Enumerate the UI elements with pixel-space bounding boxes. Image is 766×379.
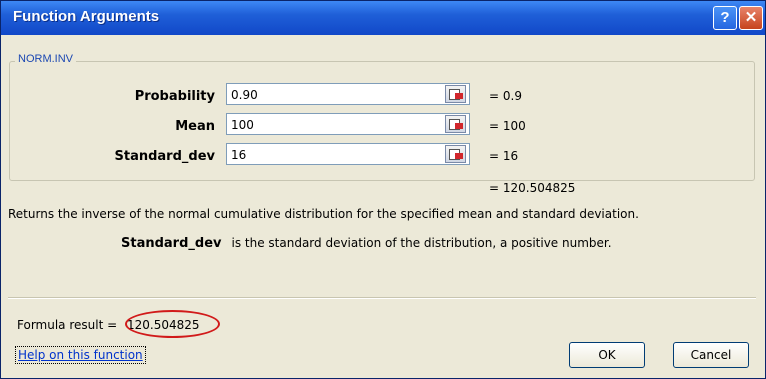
probability-result: = 0.9 [489, 89, 522, 103]
title-bar[interactable]: Function Arguments ? ✕ [1, 1, 765, 35]
help-button[interactable]: ? [713, 6, 737, 30]
help-on-function-link[interactable]: Help on this function [15, 346, 146, 364]
close-button[interactable]: ✕ [739, 6, 763, 30]
standard-dev-result: = 16 [489, 149, 519, 163]
mean-ref-button[interactable] [445, 115, 466, 133]
formula-result-label: Formula result = [17, 318, 118, 332]
function-description: Returns the inverse of the normal cumula… [8, 207, 639, 221]
ok-button[interactable]: OK [569, 342, 645, 368]
probability-input[interactable]: 0.90 [226, 83, 470, 105]
divider [8, 297, 756, 299]
cancel-button[interactable]: Cancel [673, 342, 749, 368]
function-result: = 120.504825 [489, 181, 576, 195]
function-name: NORM.INV [15, 53, 76, 65]
dialog-title: Function Arguments [13, 8, 160, 25]
argument-help: Standard_dev is the standard deviation of… [121, 236, 612, 251]
mean-label: Mean [175, 119, 215, 134]
probability-label: Probability [134, 89, 215, 104]
argument-help-name: Standard_dev [121, 236, 222, 251]
highlight-oval [125, 310, 220, 338]
probability-ref-button[interactable] [445, 85, 466, 103]
mean-result: = 100 [489, 119, 526, 133]
standard-dev-ref-button[interactable] [445, 145, 466, 163]
mean-input[interactable]: 100 [226, 113, 470, 135]
standard-dev-label: Standard_dev [114, 149, 216, 164]
argument-help-text: is the standard deviation of the distrib… [231, 236, 612, 250]
standard-dev-input[interactable]: 16 [226, 143, 470, 165]
function-arguments-dialog: Function Arguments ? ✕ NORM.INV Probabil… [0, 0, 766, 379]
